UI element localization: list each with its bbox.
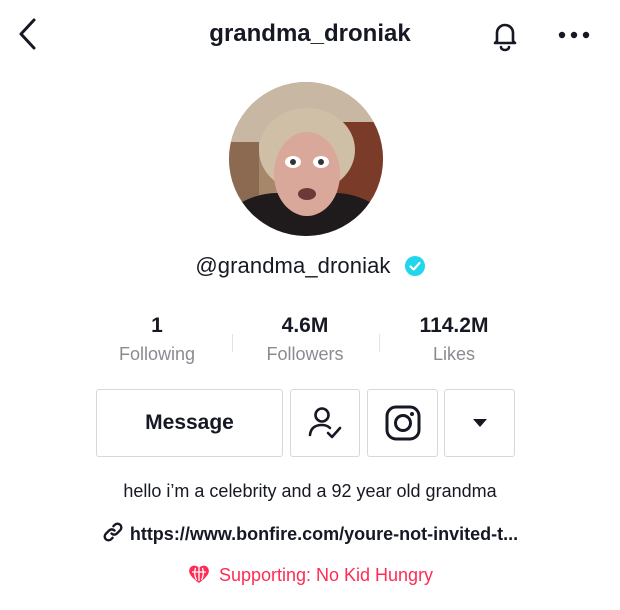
bell-icon: [493, 23, 517, 52]
profile-stats: 1 Following 4.6M Followers 114.2M Likes: [0, 312, 620, 372]
followers-count: 4.6M: [281, 314, 329, 337]
message-button[interactable]: Message: [96, 389, 283, 457]
instagram-button[interactable]: [367, 389, 438, 457]
likes-count: 114.2M: [419, 314, 489, 337]
following-count: 1: [151, 314, 163, 337]
profile-actions: Message: [0, 389, 620, 459]
caret-down-icon: [472, 419, 487, 427]
following-status-button[interactable]: [290, 389, 360, 457]
notifications-button[interactable]: [486, 16, 524, 54]
avatar[interactable]: [229, 82, 383, 236]
globe-heart-icon: [189, 565, 209, 583]
following-label: Following: [118, 344, 196, 364]
likes-label: Likes: [432, 344, 476, 364]
followers-label: Followers: [266, 344, 344, 364]
stat-followers[interactable]: 4.6M Followers: [230, 312, 380, 365]
stat-following[interactable]: 1 Following: [82, 312, 232, 365]
profile-link-text: https://www.bonfire.com/youre-not-invite…: [129, 524, 519, 544]
stat-likes[interactable]: 114.2M Likes: [379, 312, 529, 365]
profile-bio: hello i’m a celebrity and a 92 year old …: [123, 481, 497, 501]
user-check-icon: [308, 407, 342, 439]
profile-link[interactable]: https://www.bonfire.com/youre-not-invite…: [0, 521, 620, 545]
supporting-text: Supporting: No Kid Hungry: [218, 565, 434, 585]
more-horizontal-icon: [558, 31, 590, 39]
suggested-accounts-dropdown[interactable]: [444, 389, 515, 457]
top-bar: grandma_droniak: [0, 0, 620, 70]
page-title: grandma_droniak: [209, 20, 411, 47]
username-row: @grandma_droniak: [0, 252, 620, 279]
username: @grandma_droniak: [195, 253, 391, 279]
instagram-icon: [385, 405, 420, 441]
link-icon: [103, 522, 123, 542]
supporting-nonprofit[interactable]: Supporting: No Kid Hungry: [0, 563, 620, 586]
verified-badge-icon: [404, 256, 425, 277]
more-options-button[interactable]: [554, 20, 594, 50]
